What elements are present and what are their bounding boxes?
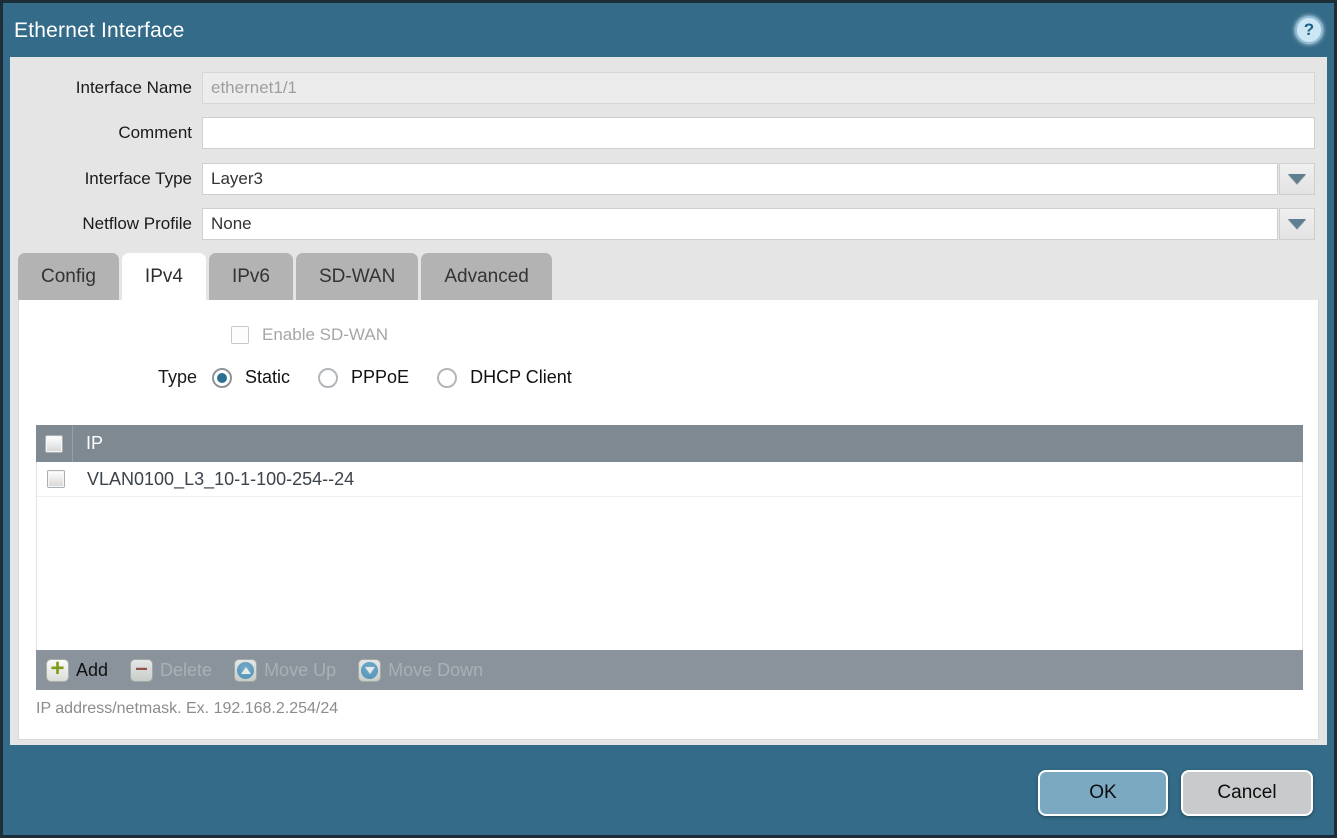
ip-table-toolbar: Add Delete Move Up Move Down	[36, 650, 1303, 690]
tab-ipv4[interactable]: IPv4	[122, 253, 206, 300]
radio-static[interactable]	[212, 368, 232, 388]
tab-ipv6[interactable]: IPv6	[209, 253, 293, 300]
ip-entry-value: VLAN0100_L3_10-1-100-254--24	[74, 469, 354, 490]
help-icon[interactable]	[1295, 16, 1323, 44]
ip-table-header: IP	[36, 425, 1303, 462]
netflow-profile-input[interactable]	[202, 208, 1278, 240]
enable-sdwan-label: Enable SD-WAN	[262, 325, 388, 345]
ip-column-header: IP	[73, 433, 103, 454]
interface-type-row: Interface Type	[10, 163, 1327, 195]
netflow-profile-row: Netflow Profile	[10, 208, 1327, 240]
comment-label: Comment	[10, 123, 202, 143]
radio-option-dhcp-client[interactable]: DHCP Client	[437, 367, 572, 388]
add-button-label: Add	[76, 660, 108, 681]
interface-type-input[interactable]	[202, 163, 1278, 195]
type-row: Type Static PPPoE DHCP Client	[19, 367, 600, 388]
netflow-profile-label: Netflow Profile	[10, 214, 202, 234]
delete-button: Delete	[130, 659, 212, 682]
tab-bar: Config IPv4 IPv6 SD-WAN Advanced	[18, 253, 555, 300]
interface-type-label: Interface Type	[10, 169, 202, 189]
enable-sdwan-row: Enable SD-WAN	[231, 325, 388, 345]
interface-name-label: Interface Name	[10, 78, 202, 98]
comment-input[interactable]	[202, 117, 1315, 149]
ok-button[interactable]: OK	[1038, 770, 1168, 816]
delete-button-label: Delete	[160, 660, 212, 681]
dialog-footer: OK Cancel	[1038, 770, 1313, 816]
dialog-title: Ethernet Interface	[14, 19, 185, 43]
arrow-up-icon	[234, 659, 257, 682]
ip-format-hint: IP address/netmask. Ex. 192.168.2.254/24	[36, 700, 338, 718]
radio-option-static[interactable]: Static	[212, 367, 290, 388]
radio-static-label: Static	[245, 367, 290, 388]
ip-table: IP VLAN0100_L3_10-1-100-254--24 Add	[36, 425, 1303, 690]
move-up-button: Move Up	[234, 659, 336, 682]
row-checkbox[interactable]	[47, 470, 65, 488]
tab-sdwan[interactable]: SD-WAN	[296, 253, 418, 300]
radio-dhcp-client-label: DHCP Client	[470, 367, 572, 388]
ipv4-tab-panel: Enable SD-WAN Type Static PPPoE DHCP Cli…	[18, 300, 1319, 740]
tab-config[interactable]: Config	[18, 253, 119, 300]
interface-name-input	[202, 72, 1315, 104]
netflow-profile-dropdown-button[interactable]	[1279, 208, 1315, 240]
plus-icon	[46, 659, 69, 682]
comment-row: Comment	[10, 117, 1327, 149]
enable-sdwan-checkbox	[231, 326, 249, 344]
interface-type-dropdown-button[interactable]	[1279, 163, 1315, 195]
chevron-down-icon	[1288, 219, 1306, 229]
dialog-body: Interface Name Comment Interface Type Ne…	[10, 57, 1327, 745]
ip-table-body: VLAN0100_L3_10-1-100-254--24	[36, 462, 1303, 650]
radio-pppoe-label: PPPoE	[351, 367, 409, 388]
select-all-checkbox[interactable]	[45, 435, 63, 453]
minus-icon	[130, 659, 153, 682]
radio-dhcp-client[interactable]	[437, 368, 457, 388]
radio-option-pppoe[interactable]: PPPoE	[318, 367, 409, 388]
move-down-button: Move Down	[358, 659, 483, 682]
table-row[interactable]: VLAN0100_L3_10-1-100-254--24	[37, 462, 1302, 497]
interface-name-row: Interface Name	[10, 72, 1327, 104]
cancel-button[interactable]: Cancel	[1181, 770, 1313, 816]
tab-advanced[interactable]: Advanced	[421, 253, 552, 300]
move-up-button-label: Move Up	[264, 660, 336, 681]
titlebar: Ethernet Interface	[3, 3, 1334, 57]
move-down-button-label: Move Down	[388, 660, 483, 681]
arrow-down-icon	[358, 659, 381, 682]
ethernet-interface-dialog: Ethernet Interface Interface Name Commen…	[0, 0, 1337, 838]
add-button[interactable]: Add	[46, 659, 108, 682]
radio-pppoe[interactable]	[318, 368, 338, 388]
type-label: Type	[19, 367, 212, 388]
chevron-down-icon	[1288, 174, 1306, 184]
